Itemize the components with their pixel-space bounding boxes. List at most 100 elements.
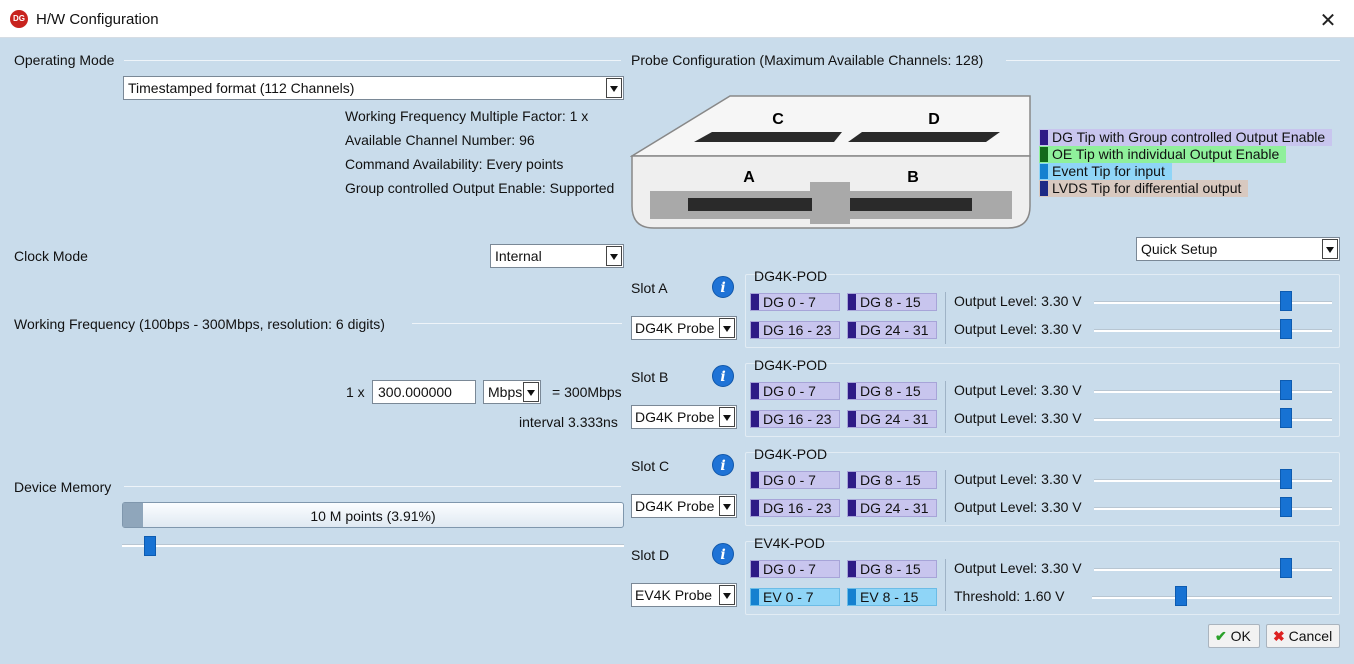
quick-setup-select[interactable]: Quick Setup xyxy=(1136,237,1340,261)
channel-type-swatch xyxy=(751,561,759,577)
channel-group-label: DG 16 - 23 xyxy=(763,500,832,516)
channel-group-chip[interactable]: DG 0 - 7 xyxy=(750,293,840,311)
slot-probe-select[interactable]: DG4K Probe xyxy=(631,316,737,340)
channel-group-chip[interactable]: DG 24 - 31 xyxy=(847,321,937,339)
probe-config-label: Probe Configuration (Maximum Available C… xyxy=(631,52,984,68)
channel-group-chip[interactable]: DG 16 - 23 xyxy=(750,410,840,428)
slot-probe-select[interactable]: EV4K Probe xyxy=(631,583,737,607)
slot-label: Slot C xyxy=(631,458,670,474)
quick-setup-value: Quick Setup xyxy=(1141,241,1218,257)
slot-label: Slot B xyxy=(631,369,669,385)
channel-group-chip[interactable]: DG 24 - 31 xyxy=(847,410,937,428)
channel-group-chip[interactable]: DG 24 - 31 xyxy=(847,499,937,517)
operating-mode-select[interactable]: Timestamped format (112 Channels) xyxy=(123,76,624,100)
channel-group-chip[interactable]: DG 0 - 7 xyxy=(750,382,840,400)
channel-group-chip[interactable]: DG 16 - 23 xyxy=(750,321,840,339)
level-slider-track[interactable] xyxy=(1094,390,1332,393)
slot-probe-value: DG4K Probe xyxy=(635,320,715,336)
slot-label: Slot D xyxy=(631,547,670,563)
channel-group-chip[interactable]: DG 0 - 7 xyxy=(750,471,840,489)
channel-group-chip[interactable]: DG 8 - 15 xyxy=(847,471,937,489)
clock-mode-select[interactable]: Internal xyxy=(490,244,624,268)
channel-type-swatch xyxy=(848,383,856,399)
ok-button-label: OK xyxy=(1230,628,1251,644)
channel-type-swatch xyxy=(848,411,856,427)
channel-type-swatch xyxy=(848,472,856,488)
info-icon[interactable]: i xyxy=(712,543,734,565)
level-slider-thumb[interactable] xyxy=(1280,408,1292,428)
channel-group-label: EV 8 - 15 xyxy=(860,589,919,605)
memory-progress-bar: 10 M points (3.91%) xyxy=(122,502,624,528)
channel-group-label: EV 0 - 7 xyxy=(763,589,814,605)
memory-slider-track[interactable] xyxy=(122,544,624,547)
device-memory-label: Device Memory xyxy=(14,479,112,495)
level-slider-track[interactable] xyxy=(1094,479,1332,482)
channel-group-label: DG 0 - 7 xyxy=(763,383,816,399)
probe-slots-diagram: C D A B xyxy=(630,95,1031,229)
info-icon[interactable]: i xyxy=(712,365,734,387)
pod-separator xyxy=(945,470,946,522)
chevron-down-icon xyxy=(719,585,735,605)
chevron-down-icon xyxy=(606,78,622,98)
frequency-unit-select[interactable]: Mbps xyxy=(483,380,541,404)
channel-group-label: DG 24 - 31 xyxy=(860,322,929,338)
level-slider-thumb[interactable] xyxy=(1175,586,1187,606)
title-bar: DG H/W Configuration ✕ xyxy=(0,0,1354,38)
channel-type-swatch xyxy=(751,294,759,310)
slot-probe-value: EV4K Probe xyxy=(635,587,713,603)
channel-group-chip[interactable]: EV 0 - 7 xyxy=(750,588,840,606)
channel-type-swatch xyxy=(751,472,759,488)
channel-type-swatch xyxy=(751,383,759,399)
legend-color-swatch xyxy=(1040,164,1048,179)
level-slider-thumb[interactable] xyxy=(1280,469,1292,489)
frequency-interval: interval 3.333ns xyxy=(519,414,618,430)
channel-group-chip[interactable]: DG 8 - 15 xyxy=(847,382,937,400)
info-icon[interactable]: i xyxy=(712,454,734,476)
channel-group-chip[interactable]: DG 8 - 15 xyxy=(847,560,937,578)
channel-group-label: DG 0 - 7 xyxy=(763,294,816,310)
x-icon: ✖ xyxy=(1273,628,1285,644)
channel-group-chip[interactable]: DG 16 - 23 xyxy=(750,499,840,517)
level-label: Threshold: 1.60 V xyxy=(954,588,1065,604)
pod-title: DG4K-POD xyxy=(754,357,828,373)
slot-probe-value: DG4K Probe xyxy=(635,498,715,514)
level-slider-track[interactable] xyxy=(1094,568,1332,571)
level-slider-track[interactable] xyxy=(1094,301,1332,304)
close-icon[interactable]: ✕ xyxy=(1316,8,1340,33)
level-slider-track[interactable] xyxy=(1094,329,1332,332)
chevron-down-icon xyxy=(1322,239,1338,259)
operating-mode-divider xyxy=(124,60,621,61)
cancel-button[interactable]: ✖ Cancel xyxy=(1266,624,1340,648)
working-frequency-label: Working Frequency (100bps - 300Mbps, res… xyxy=(14,316,385,332)
level-slider-thumb[interactable] xyxy=(1280,497,1292,517)
app-logo-icon: DG xyxy=(10,10,28,28)
channel-group-chip[interactable]: DG 8 - 15 xyxy=(847,293,937,311)
level-slider-thumb[interactable] xyxy=(1280,558,1292,578)
ok-button[interactable]: ✔ OK xyxy=(1208,624,1260,648)
slot-probe-select[interactable]: DG4K Probe xyxy=(631,494,737,518)
level-slider-thumb[interactable] xyxy=(1280,380,1292,400)
frequency-input[interactable]: 300.000000 xyxy=(372,380,476,404)
diagram-label-b: B xyxy=(907,169,919,186)
check-icon: ✔ xyxy=(1215,628,1227,644)
level-label: Output Level: 3.30 V xyxy=(954,499,1082,515)
diagram-label-d: D xyxy=(928,111,940,128)
info-frequency-factor: Working Frequency Multiple Factor: 1 x xyxy=(345,108,589,124)
channel-group-chip[interactable]: DG 0 - 7 xyxy=(750,560,840,578)
cancel-button-label: Cancel xyxy=(1288,628,1333,644)
memory-slider-thumb[interactable] xyxy=(144,536,156,556)
slot-probe-select[interactable]: DG4K Probe xyxy=(631,405,737,429)
legend-label: OE Tip with individual Output Enable xyxy=(1052,146,1280,162)
operating-mode-value: Timestamped format (112 Channels) xyxy=(128,80,355,96)
working-frequency-divider xyxy=(412,323,622,324)
channel-type-swatch xyxy=(848,500,856,516)
level-label: Output Level: 3.30 V xyxy=(954,382,1082,398)
level-slider-track[interactable] xyxy=(1092,596,1332,599)
level-slider-thumb[interactable] xyxy=(1280,319,1292,339)
channel-group-label: DG 8 - 15 xyxy=(860,383,921,399)
level-slider-track[interactable] xyxy=(1094,507,1332,510)
channel-group-chip[interactable]: EV 8 - 15 xyxy=(847,588,937,606)
level-slider-track[interactable] xyxy=(1094,418,1332,421)
info-icon[interactable]: i xyxy=(712,276,734,298)
level-slider-thumb[interactable] xyxy=(1280,291,1292,311)
